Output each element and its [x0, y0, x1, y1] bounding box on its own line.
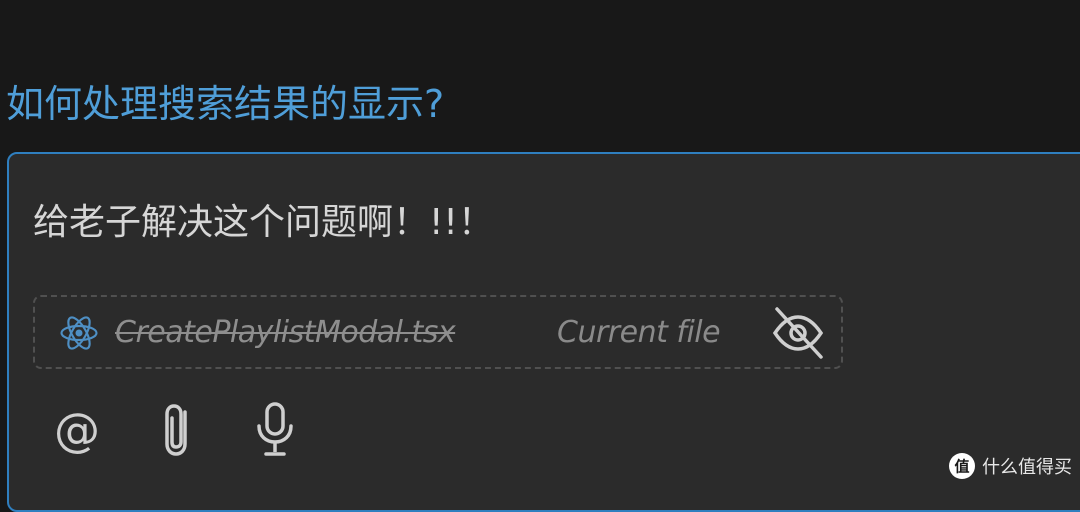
- react-icon: [60, 316, 98, 350]
- at-icon: @: [54, 403, 100, 457]
- microphone-button[interactable]: [245, 400, 305, 460]
- mention-button[interactable]: @: [47, 400, 107, 460]
- question-heading: 如何处理搜索结果的显示?: [6, 82, 445, 126]
- watermark-text: 什么值得买: [982, 457, 1072, 478]
- chat-input-text[interactable]: 给老子解决这个问题啊！!!！: [33, 198, 494, 248]
- attach-button[interactable]: [147, 400, 207, 460]
- current-file-label: Current file: [557, 315, 721, 350]
- microphone-icon: [257, 402, 293, 456]
- watermark: 值 什么值得买: [948, 452, 1072, 480]
- paperclip-icon: [165, 404, 187, 456]
- zhi-logo: 值: [949, 453, 975, 479]
- current-file-chip[interactable]: CreatePlaylistModal.tsx Current file: [33, 295, 843, 369]
- svg-text:值: 值: [954, 458, 969, 476]
- eye-off-icon[interactable]: [769, 305, 827, 361]
- chat-input-box[interactable]: 给老子解决这个问题啊！!!！ CreatePlaylistModal.tsx C…: [7, 152, 1080, 512]
- file-name: CreatePlaylistModal.tsx: [115, 315, 456, 350]
